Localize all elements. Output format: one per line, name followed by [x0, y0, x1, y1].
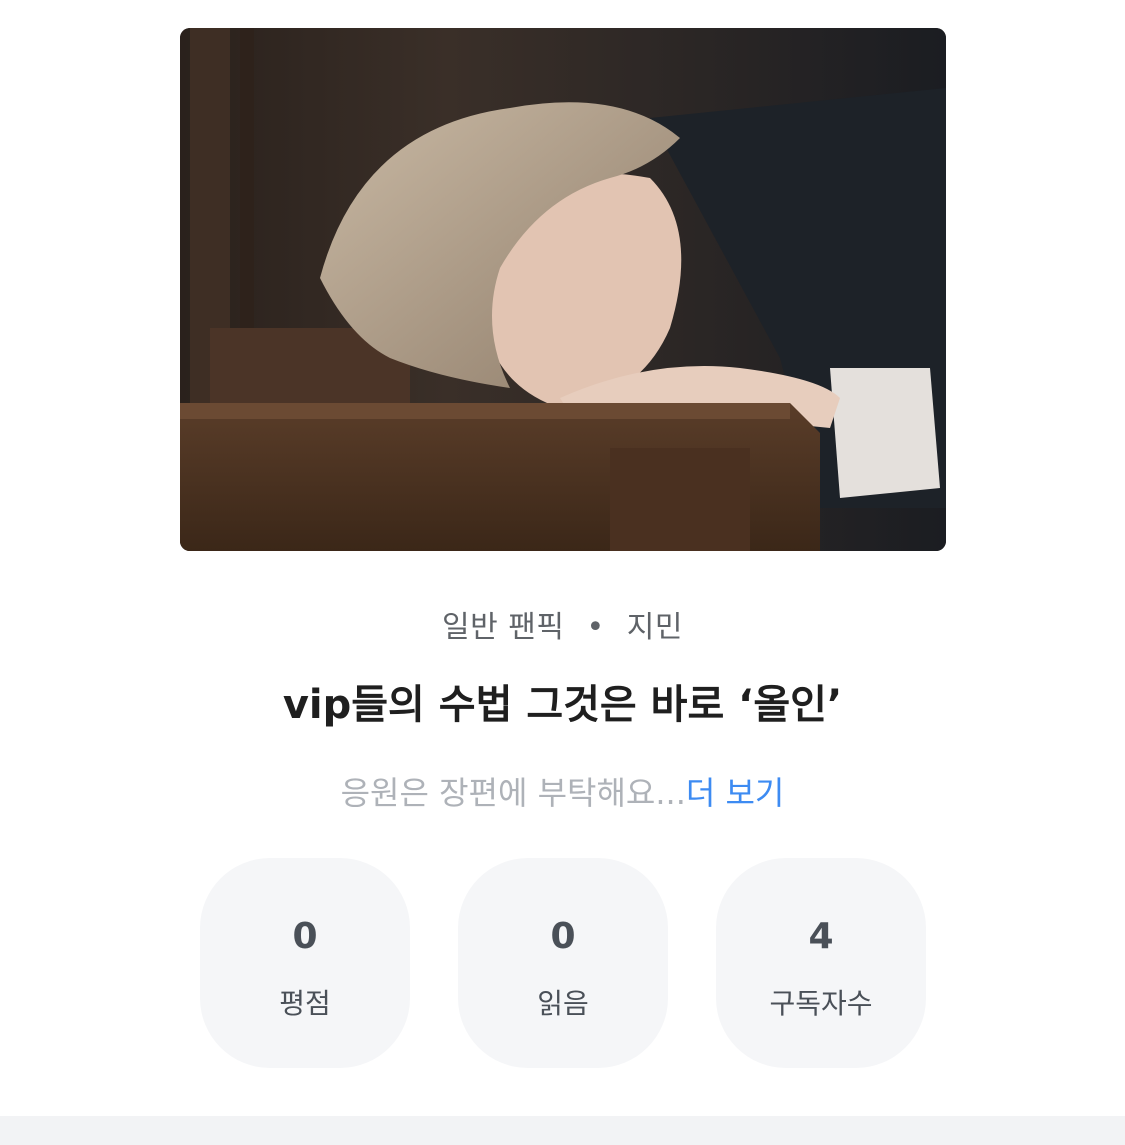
work-description: 응원은 장편에 부탁해요...더 보기 [0, 768, 1125, 814]
more-link[interactable]: 더 보기 [686, 774, 785, 812]
stat-reads[interactable]: 0 읽음 [458, 858, 668, 1068]
work-detail-page: 일반 팬픽 • 지민 vip들의 수법 그것은 바로 ‘올인’ 응원은 장편에 … [0, 0, 1125, 1145]
work-title: vip들의 수법 그것은 바로 ‘올인’ [282, 682, 843, 728]
stat-rating-label: 평점 [279, 987, 331, 1020]
genre-label: 일반 팬픽 [442, 610, 565, 645]
stats-row: 0 평점 0 읽음 4 구독자수 [0, 858, 1125, 1070]
meta-separator: • [586, 610, 605, 645]
stat-reads-value: 0 [550, 916, 576, 957]
stat-reads-label: 읽음 [537, 987, 589, 1020]
section-divider [0, 1116, 1125, 1145]
cover-image[interactable] [180, 28, 946, 551]
stat-subscribers-label: 구독자수 [769, 987, 873, 1020]
stat-subscribers[interactable]: 4 구독자수 [716, 858, 926, 1068]
stat-rating[interactable]: 0 평점 [200, 858, 410, 1068]
cover-illustration [180, 28, 946, 551]
work-meta: 일반 팬픽 • 지민 [0, 602, 1125, 646]
character-label: 지민 [626, 610, 683, 645]
stat-subscribers-value: 4 [808, 916, 834, 957]
stat-rating-value: 0 [292, 916, 318, 957]
description-text: 응원은 장편에 부탁해요... [340, 774, 686, 812]
